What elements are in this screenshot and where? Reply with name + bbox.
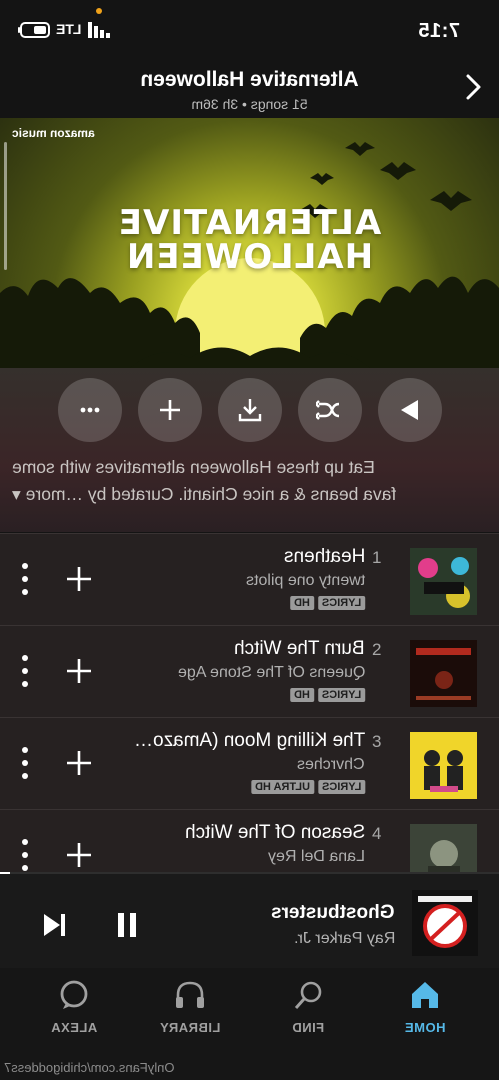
playlist-description[interactable]: Eat up these Halloween alternatives with… — [12, 454, 490, 508]
shuffle-icon — [316, 400, 340, 420]
add-icon — [160, 400, 180, 420]
track-row[interactable]: 2 Burn The Witch Queens Of The Stone Age… — [0, 625, 499, 717]
headphones-icon — [176, 981, 204, 1008]
quality-badge: HD — [289, 688, 314, 702]
nav-alexa-label: ALEXA — [50, 1020, 98, 1035]
playlist-controls: Eat up these Halloween alternatives with… — [0, 368, 499, 532]
now-playing-title: Ghostbusters — [271, 902, 395, 923]
track-number: 4 — [372, 824, 382, 843]
add-track-icon[interactable] — [64, 840, 94, 870]
artwork-title-line2: HALLOWEEN — [125, 237, 374, 277]
track-row[interactable]: 4 Season Of The Witch Lana Del Rey — [0, 809, 499, 873]
nav-library-label: LIBRARY — [159, 1020, 221, 1035]
network-label: LTE — [56, 21, 82, 37]
track-artist: Chvrches — [297, 756, 365, 773]
track-row[interactable]: 1 Heathens twenty one pilots HD LYRICS — [0, 533, 499, 625]
status-time: 7:15 — [418, 20, 461, 42]
track-badges: HD LYRICS — [289, 596, 365, 610]
track-menu-icon[interactable] — [18, 560, 32, 598]
track-artist: Lana Del Rey — [268, 848, 365, 865]
nav-library[interactable]: LIBRARY — [140, 978, 240, 1035]
playlist-header: Alternative Halloween 51 songs • 3h 36m — [0, 62, 499, 118]
signal-icon — [88, 22, 110, 38]
description-line2: fava beans & a nice Chianti. Curated by … — [12, 484, 397, 504]
album-art-heathens — [410, 548, 477, 615]
play-button[interactable] — [378, 378, 442, 442]
track-number: 1 — [372, 548, 382, 567]
more-icon — [80, 407, 100, 413]
track-number: 3 — [372, 732, 382, 751]
page-title: Alternative Halloween — [140, 68, 359, 91]
track-title: Season Of The Witch — [184, 822, 365, 843]
now-playing-art — [412, 890, 478, 956]
track-title: Heathens — [283, 546, 365, 567]
add-playlist-button[interactable] — [138, 378, 202, 442]
track-title: The Killing Moon (Amazo… — [133, 730, 365, 751]
nav-find-label: FIND — [291, 1020, 325, 1035]
add-track-icon[interactable] — [64, 748, 94, 778]
next-track-icon[interactable] — [40, 910, 70, 940]
privacy-indicator-dot — [96, 8, 102, 14]
shuffle-button[interactable] — [298, 378, 362, 442]
battery-icon — [18, 22, 50, 38]
track-artist: twenty one pilots — [245, 572, 365, 589]
download-button[interactable] — [218, 378, 282, 442]
search-icon — [294, 981, 322, 1009]
quality-badge: ULTRA HD — [250, 780, 314, 794]
track-menu-icon[interactable] — [18, 836, 32, 873]
nav-home-label: HOME — [404, 1020, 446, 1035]
mini-player[interactable]: Ghostbusters Ray Parker Jr. — [0, 872, 499, 970]
lyrics-badge: LYRICS — [317, 596, 365, 610]
album-art-burn-the-witch — [410, 640, 477, 707]
lyrics-badge: LYRICS — [317, 780, 365, 794]
nav-home[interactable]: HOME — [375, 978, 475, 1035]
track-number: 2 — [372, 640, 382, 659]
track-menu-icon[interactable] — [18, 652, 32, 690]
nav-find[interactable]: FIND — [258, 978, 358, 1035]
description-line1: Eat up these Halloween alternatives with… — [12, 457, 375, 477]
nav-alexa[interactable]: ALEXA — [24, 978, 124, 1035]
add-track-icon[interactable] — [64, 564, 94, 594]
home-icon — [412, 982, 438, 1008]
brand-logo: amazon music — [12, 126, 95, 140]
track-menu-icon[interactable] — [18, 744, 32, 782]
download-icon — [238, 399, 262, 422]
artwork-title: ALTERNATIVE HALLOWEEN — [0, 203, 499, 277]
quality-badge: HD — [289, 596, 314, 610]
chevron-right-icon[interactable] — [458, 72, 488, 102]
track-row[interactable]: 3 The Killing Moon (Amazo… Chvrches ULTR… — [0, 717, 499, 809]
track-badges: ULTRA HD LYRICS — [250, 780, 365, 794]
now-playing-artist: Ray Parker Jr. — [293, 930, 395, 947]
play-icon — [401, 400, 418, 420]
playlist-meta: 51 songs • 3h 36m — [191, 96, 308, 112]
status-bar: LTE 7:15 — [0, 0, 499, 62]
artwork-title-line1: ALTERNATIVE — [117, 203, 382, 243]
track-title: Burn The Witch — [234, 638, 365, 659]
playlist-artwork: amazon music ALTERNATIVE HALLOWEEN — [0, 118, 499, 368]
add-track-icon[interactable] — [64, 656, 94, 686]
album-art-season-of-the-witch — [410, 824, 477, 873]
lyrics-badge: LYRICS — [317, 688, 365, 702]
album-art-killing-moon — [410, 732, 477, 799]
more-button[interactable] — [58, 378, 122, 442]
track-badges: HD LYRICS — [289, 688, 365, 702]
alexa-icon — [60, 980, 88, 1009]
track-artist: Queens Of The Stone Age — [177, 664, 365, 681]
watermark-text: OnlyFans.com/chibigoddess7 — [4, 1060, 175, 1075]
pause-icon[interactable] — [112, 910, 142, 940]
playback-progress — [0, 872, 10, 874]
